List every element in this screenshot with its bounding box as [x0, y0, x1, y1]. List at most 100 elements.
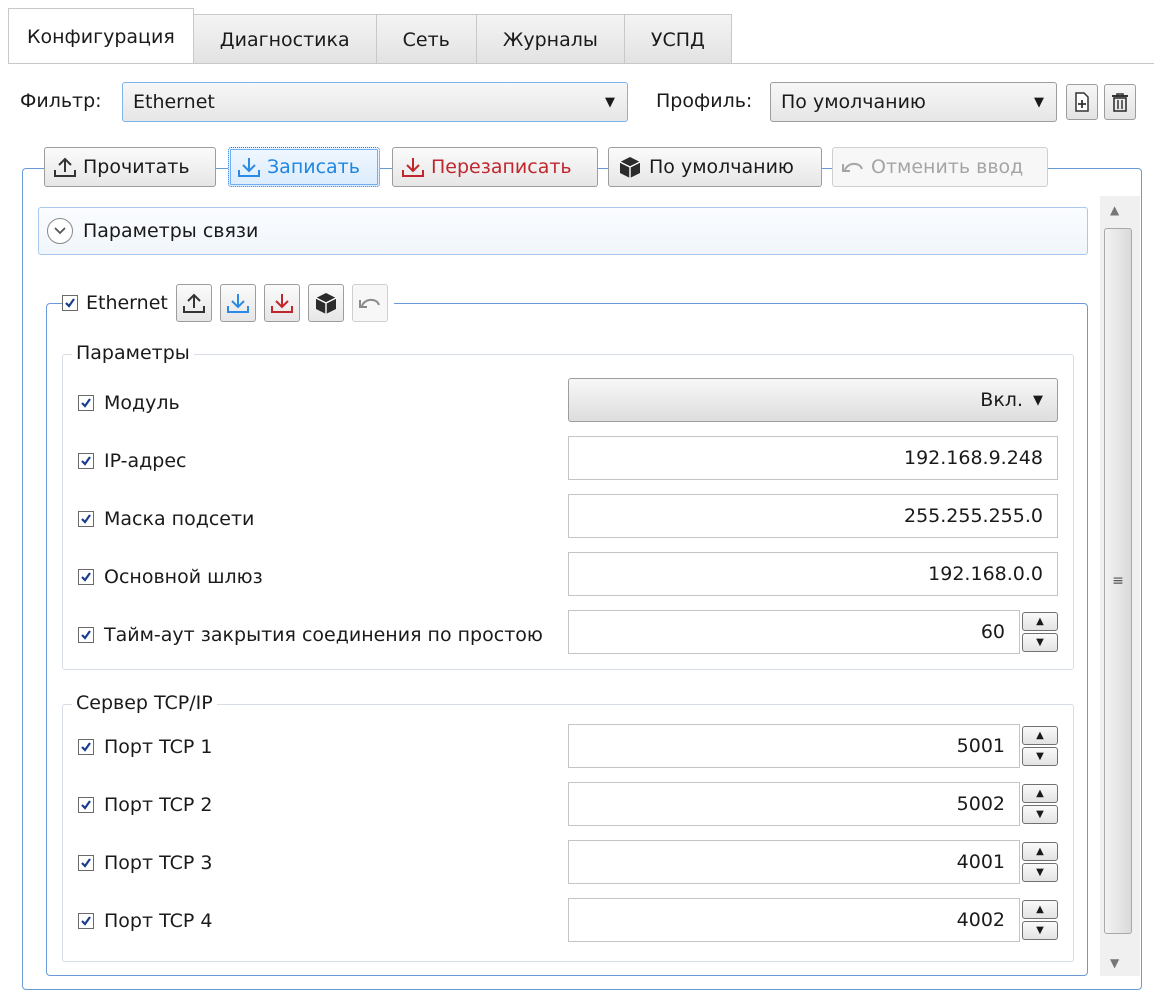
- rewrite-button-label: Перезаписать: [431, 156, 572, 178]
- ethernet-rewrite-button[interactable]: [263, 284, 300, 322]
- port1-spinner[interactable]: ▲ ▼: [1022, 726, 1058, 766]
- subnet-mask-field[interactable]: 255.255.255.0: [568, 494, 1058, 538]
- spin-down-icon[interactable]: ▼: [1022, 805, 1058, 824]
- ethernet-checkbox[interactable]: [62, 295, 78, 311]
- tab-bar: Конфигурация Диагностика Сеть Журналы УС…: [8, 8, 732, 64]
- add-profile-button[interactable]: [1066, 84, 1098, 120]
- gateway-label: Основной шлюз: [104, 566, 263, 588]
- gateway-row-label: Основной шлюз: [78, 566, 263, 588]
- tab-logs[interactable]: Журналы: [476, 14, 625, 64]
- ip-row-label: IP-адрес: [78, 450, 186, 472]
- timeout-value: 60: [980, 621, 1005, 643]
- port2-spinner[interactable]: ▲ ▼: [1022, 784, 1058, 824]
- package-icon: [315, 293, 337, 314]
- profile-select[interactable]: По умолчанию ▼: [770, 82, 1057, 122]
- tab-configuration[interactable]: Конфигурация: [8, 8, 194, 64]
- params-legend: Параметры: [72, 342, 194, 364]
- port1-label: Порт TCP 1: [104, 736, 213, 758]
- profile-value: По умолчанию: [781, 91, 926, 113]
- spin-up-icon[interactable]: ▲: [1022, 612, 1058, 631]
- tab-diagnostics[interactable]: Диагностика: [193, 14, 377, 64]
- upload-icon: [182, 293, 205, 313]
- timeout-checkbox[interactable]: [78, 627, 94, 643]
- chevron-down-icon: ▼: [1033, 392, 1043, 408]
- tab-panel-border: [8, 63, 1154, 64]
- rewrite-icon: [402, 158, 424, 177]
- spin-down-icon[interactable]: ▼: [1022, 921, 1058, 940]
- tcp-server-legend: Сервер TCP/IP: [72, 692, 217, 714]
- port2-row-label: Порт TCP 2: [78, 794, 212, 816]
- spin-down-icon[interactable]: ▼: [1022, 747, 1058, 766]
- spin-down-icon[interactable]: ▼: [1022, 863, 1058, 882]
- undo-icon: [842, 162, 863, 172]
- ethernet-read-button[interactable]: [175, 284, 212, 322]
- defaults-button-label: По умолчанию: [649, 156, 794, 178]
- timeout-spinner[interactable]: ▲ ▼: [1022, 612, 1058, 652]
- port4-field[interactable]: 4002: [568, 898, 1020, 942]
- filter-select[interactable]: Ethernet ▼: [122, 82, 628, 122]
- scroll-up-icon[interactable]: ▲: [1110, 203, 1119, 217]
- port4-value: 4002: [956, 909, 1005, 931]
- spin-up-icon[interactable]: ▲: [1022, 784, 1058, 803]
- module-checkbox[interactable]: [78, 395, 94, 411]
- spin-up-icon[interactable]: ▲: [1022, 842, 1058, 861]
- rewrite-button[interactable]: Перезаписать: [392, 147, 598, 187]
- spin-up-icon[interactable]: ▲: [1022, 726, 1058, 745]
- chevron-down-icon: ▼: [1034, 94, 1044, 110]
- port4-checkbox[interactable]: [78, 913, 94, 929]
- defaults-button[interactable]: По умолчанию: [608, 147, 822, 187]
- chevron-down-icon: ▼: [605, 94, 615, 110]
- module-value: Вкл.: [980, 389, 1023, 411]
- port3-field[interactable]: 4001: [568, 840, 1020, 884]
- scrollbar-thumb[interactable]: ≡: [1104, 228, 1132, 934]
- undo-button[interactable]: Отменить ввод: [832, 147, 1048, 187]
- module-row-label: Модуль: [78, 392, 180, 414]
- spin-down-icon[interactable]: ▼: [1022, 633, 1058, 652]
- tab-network[interactable]: Сеть: [376, 14, 477, 64]
- write-button[interactable]: Записать: [228, 147, 380, 187]
- filter-value: Ethernet: [133, 91, 215, 113]
- read-button-label: Прочитать: [83, 156, 190, 178]
- ethernet-write-button[interactable]: [219, 284, 256, 322]
- ethernet-defaults-button[interactable]: [307, 284, 344, 322]
- ip-address-value: 192.168.9.248: [903, 447, 1043, 469]
- connection-params-expander[interactable]: Параметры связи: [38, 207, 1088, 255]
- ip-label: IP-адрес: [104, 450, 187, 472]
- undo-button-label: Отменить ввод: [871, 156, 1024, 178]
- scroll-down-icon[interactable]: ▼: [1110, 956, 1119, 970]
- expand-chevron-icon: [47, 218, 73, 244]
- spin-up-icon[interactable]: ▲: [1022, 900, 1058, 919]
- port2-checkbox[interactable]: [78, 797, 94, 813]
- package-icon: [619, 157, 641, 178]
- gateway-checkbox[interactable]: [78, 569, 94, 585]
- module-select[interactable]: Вкл. ▼: [568, 378, 1058, 422]
- profile-label: Профиль:: [656, 90, 753, 112]
- port3-spinner[interactable]: ▲ ▼: [1022, 842, 1058, 882]
- mask-row-label: Маска подсети: [78, 508, 254, 530]
- gateway-field[interactable]: 192.168.0.0: [568, 552, 1058, 596]
- port4-label: Порт TCP 4: [104, 910, 213, 932]
- trash-icon: [1112, 93, 1128, 112]
- undo-icon: [358, 298, 380, 308]
- upload-icon: [54, 157, 76, 177]
- delete-profile-button[interactable]: [1104, 84, 1136, 120]
- ethernet-undo-button[interactable]: [351, 284, 388, 322]
- ethernet-group-header: Ethernet: [62, 282, 394, 324]
- mask-checkbox[interactable]: [78, 511, 94, 527]
- port2-value: 5002: [956, 793, 1005, 815]
- download-icon: [226, 294, 249, 313]
- read-button[interactable]: Прочитать: [44, 147, 216, 187]
- rewrite-icon: [270, 294, 293, 313]
- ip-checkbox[interactable]: [78, 453, 94, 469]
- port4-spinner[interactable]: ▲ ▼: [1022, 900, 1058, 940]
- ip-address-field[interactable]: 192.168.9.248: [568, 436, 1058, 480]
- port3-checkbox[interactable]: [78, 855, 94, 871]
- timeout-label: Тайм-аут закрытия соединения по простою: [104, 624, 543, 646]
- expander-title: Параметры связи: [83, 220, 259, 242]
- port1-checkbox[interactable]: [78, 739, 94, 755]
- tab-uspd[interactable]: УСПД: [624, 14, 732, 64]
- port1-field[interactable]: 5001: [568, 724, 1020, 768]
- port2-field[interactable]: 5002: [568, 782, 1020, 826]
- download-icon: [238, 158, 260, 177]
- timeout-field[interactable]: 60: [568, 610, 1020, 654]
